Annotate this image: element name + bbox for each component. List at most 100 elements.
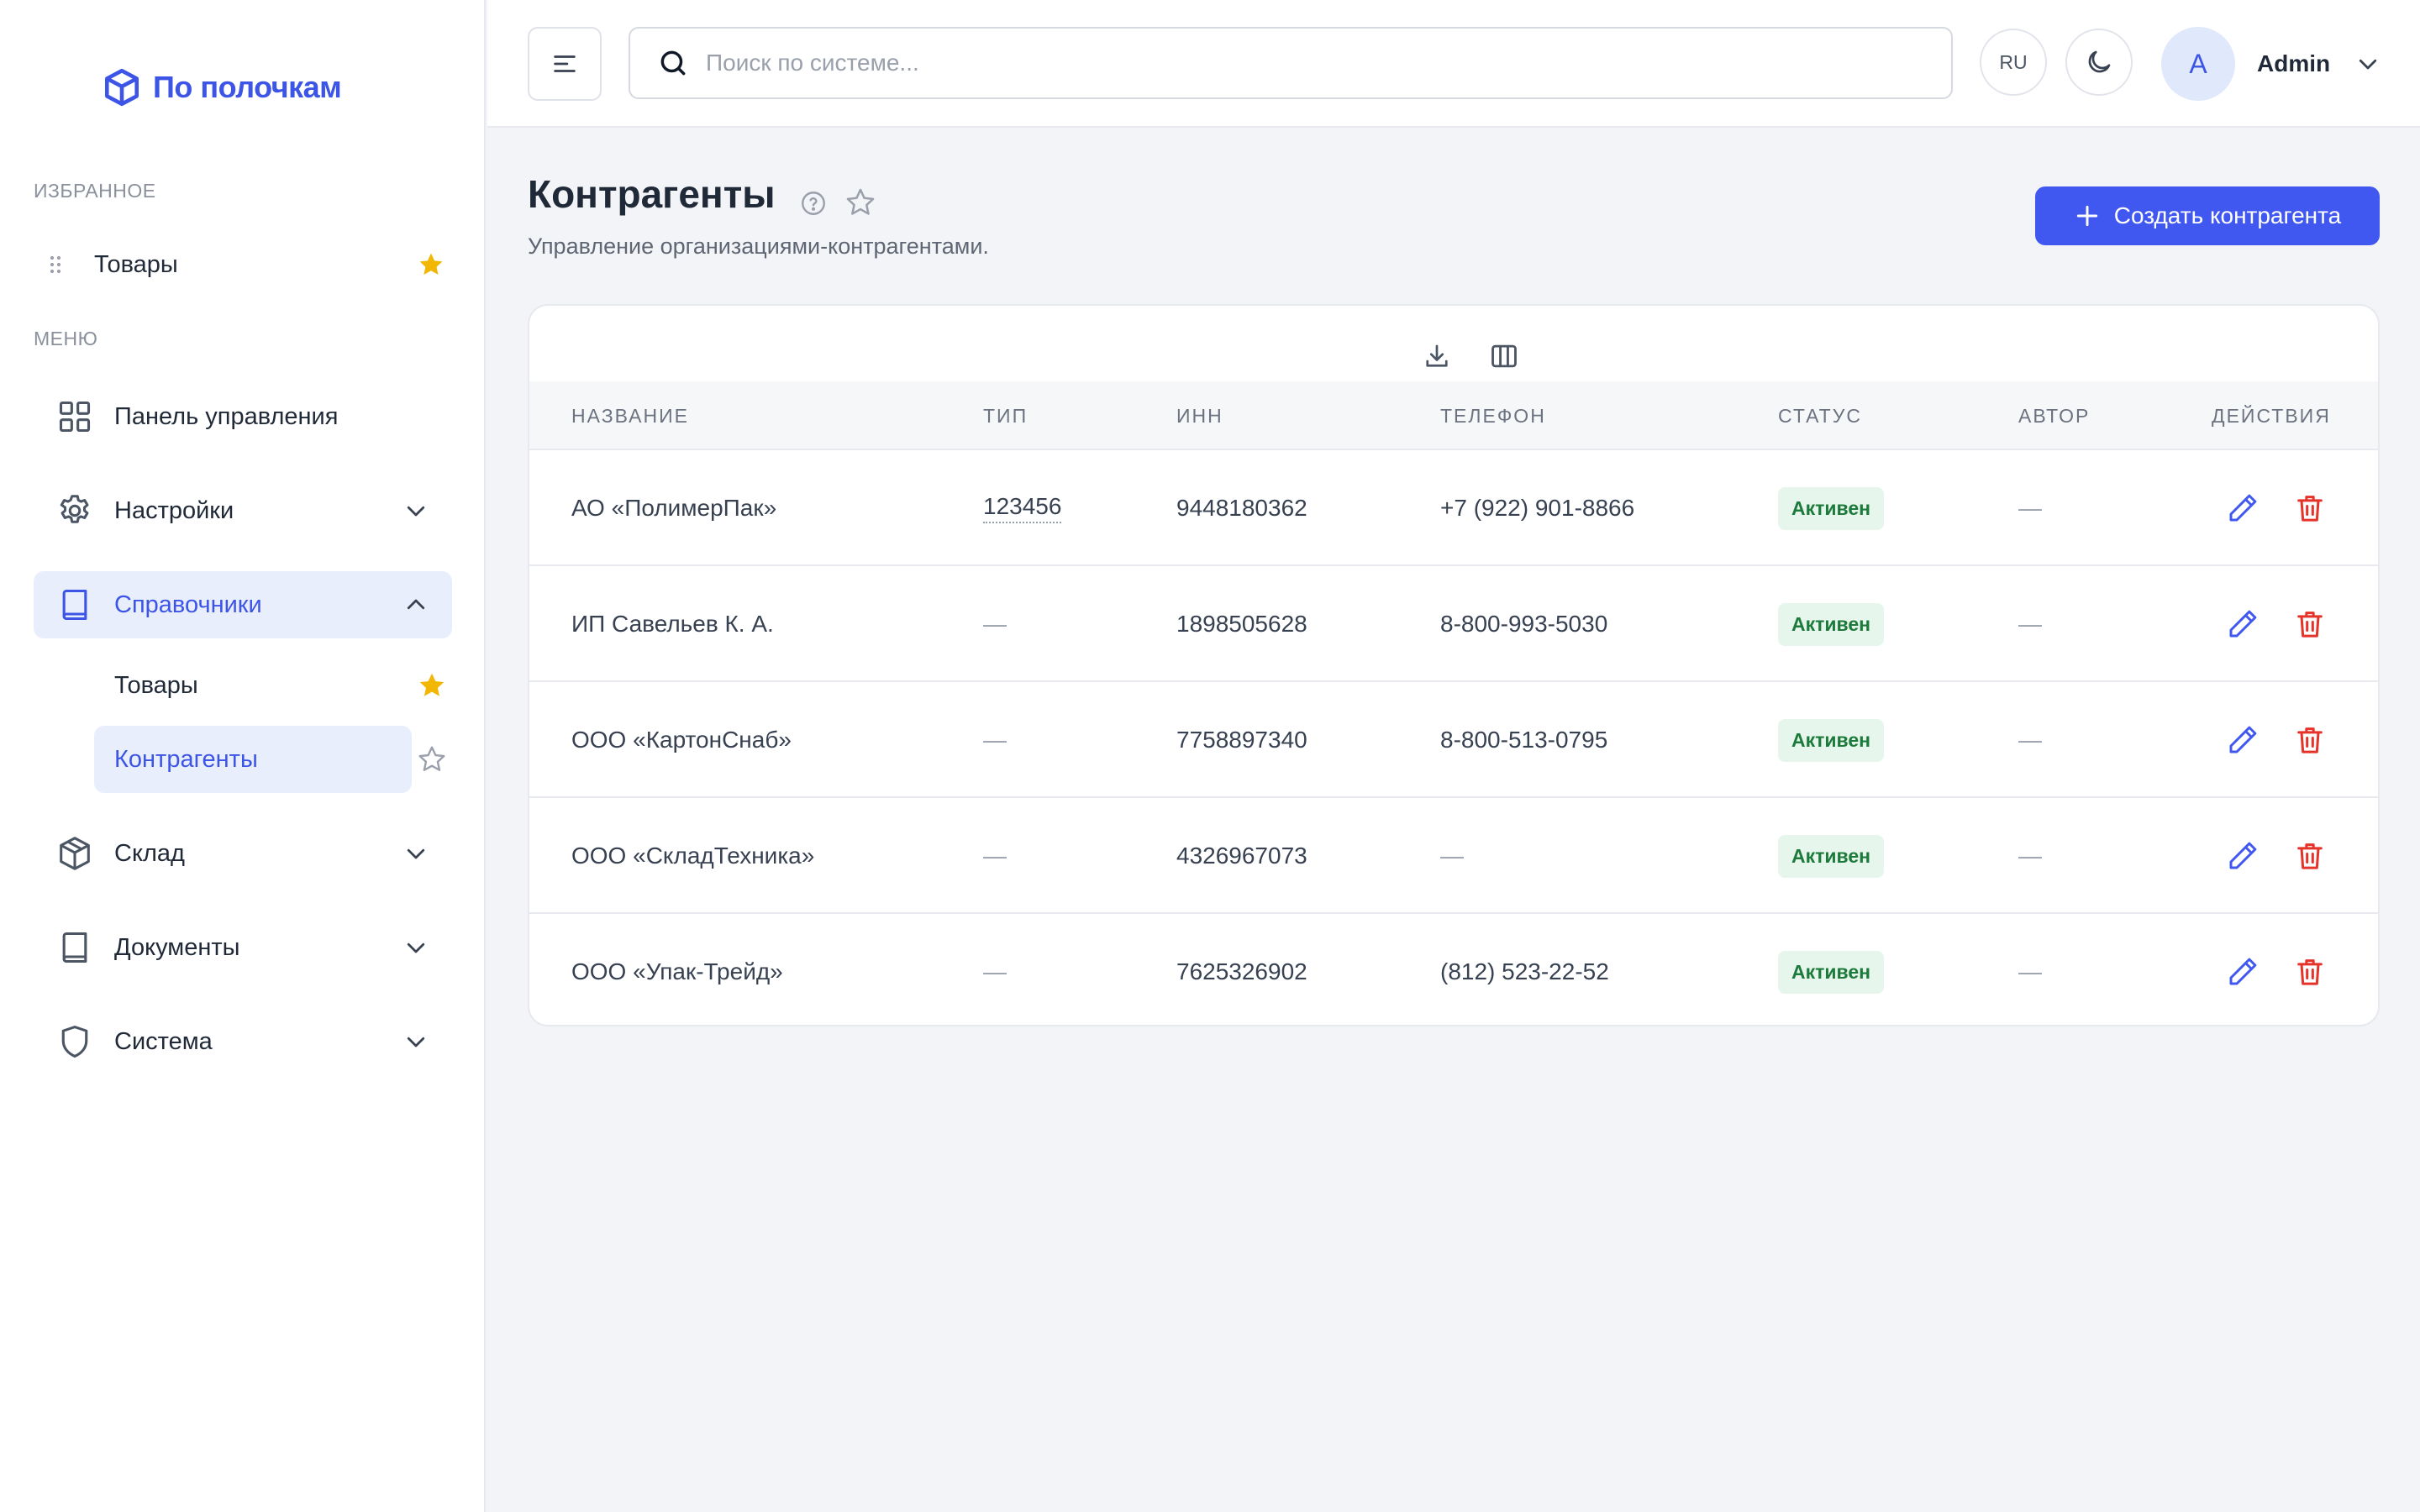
cell-type: 123456	[983, 450, 1062, 566]
favorite-item-products[interactable]: Товары	[34, 240, 452, 289]
cell-name: ООО «Упак-Трейд»	[571, 958, 783, 984]
status-badge: Активен	[1778, 486, 1885, 530]
column-header-type[interactable]: ТИП	[983, 381, 1028, 450]
sidebar-subitem-counterparties[interactable]: Контрагенты	[94, 726, 412, 793]
search-box[interactable]	[629, 27, 1953, 99]
sidebar-item-settings[interactable]: Настройки	[34, 477, 452, 544]
column-header-status[interactable]: СТАТУС	[1778, 381, 1862, 450]
sidebar-subitem-label: Товары	[114, 671, 198, 699]
user-menu[interactable]: A Admin	[2161, 27, 2381, 101]
delete-button[interactable]	[2291, 721, 2329, 759]
table-row[interactable]: ООО «СкладТехника» — 4326967073 — Активе…	[529, 798, 2378, 914]
cell-type: —	[983, 843, 1007, 869]
chevron-down-icon	[407, 942, 425, 953]
star-outline-icon[interactable]	[844, 186, 876, 218]
star-filled-icon[interactable]	[417, 670, 447, 701]
table-row[interactable]: ООО «КартонСнаб» — 7758897340 8-800-513-…	[529, 682, 2378, 798]
chevron-up-icon	[407, 599, 425, 610]
avatar-initial: A	[2189, 48, 2207, 79]
menu-toggle-button[interactable]	[528, 27, 602, 101]
cell-status: Активен	[1778, 566, 1885, 682]
column-header-author[interactable]: АВТОР	[2018, 381, 2090, 450]
edit-button[interactable]	[2223, 953, 2262, 991]
cell-phone: 8-800-993-5030	[1440, 611, 1608, 637]
favorite-item-label: Товары	[94, 250, 178, 278]
cell-name: ООО «КартонСнаб»	[571, 727, 792, 753]
columns-button[interactable]	[1482, 334, 1526, 378]
column-header-phone[interactable]: ТЕЛЕФОН	[1440, 381, 1546, 450]
grid-icon	[54, 396, 96, 438]
delete-button[interactable]	[2291, 489, 2329, 528]
chevron-down-icon	[2359, 59, 2377, 70]
help-icon[interactable]	[799, 189, 828, 218]
cell-status: Активен	[1778, 450, 1885, 566]
cell-phone: —	[1440, 843, 1464, 869]
create-button-label: Создать контрагента	[2113, 202, 2342, 228]
sidebar-item-label: Система	[114, 1027, 213, 1055]
plus-icon	[2076, 205, 2097, 227]
edit-button[interactable]	[2223, 605, 2262, 643]
cell-inn: 1898505628	[1176, 611, 1307, 637]
search-input[interactable]	[706, 50, 1882, 76]
cell-inn: 7758897340	[1176, 727, 1307, 753]
menu-section-title: МЕНЮ	[34, 328, 98, 349]
column-header-name[interactable]: НАЗВАНИЕ	[571, 381, 689, 450]
favorites-section-title: ИЗБРАННОЕ	[34, 180, 156, 202]
cell-type: —	[983, 611, 1007, 637]
app-logo[interactable]: По полочкам	[101, 66, 342, 109]
sidebar-item-warehouse[interactable]: Склад	[34, 820, 452, 887]
sidebar-item-label: Настройки	[114, 496, 234, 524]
menu-lines-icon	[554, 55, 576, 72]
edit-button[interactable]	[2223, 489, 2262, 528]
table-row[interactable]: АО «ПолимерПак» 123456 9448180362 +7 (92…	[529, 450, 2378, 566]
sidebar: По полочкам ИЗБРАННОЕ Товары МЕНЮ Панель…	[0, 0, 486, 1512]
cell-type: —	[983, 727, 1007, 753]
export-button[interactable]	[1415, 334, 1459, 378]
star-filled-icon[interactable]	[417, 250, 445, 279]
delete-button[interactable]	[2291, 837, 2329, 875]
avatar[interactable]: A	[2161, 27, 2235, 101]
page-title: Контрагенты	[528, 172, 776, 216]
sidebar-item-documents[interactable]: Документы	[34, 914, 452, 981]
cell-name: ООО «СкладТехника»	[571, 843, 815, 869]
table-row[interactable]: ООО «Упак-Трейд» — 7625326902 (812) 523-…	[529, 914, 2378, 1025]
cell-inn: 9448180362	[1176, 495, 1307, 521]
sidebar-item-directories[interactable]: Справочники	[34, 571, 452, 638]
column-header-inn[interactable]: ИНН	[1176, 381, 1223, 450]
moon-icon	[2088, 50, 2111, 73]
chevron-down-icon	[407, 1037, 425, 1047]
cell-status: Активен	[1778, 798, 1885, 914]
edit-button[interactable]	[2223, 721, 2262, 759]
book-icon	[54, 584, 96, 626]
sidebar-item-label: Склад	[114, 839, 185, 867]
theme-toggle-button[interactable]	[2065, 29, 2133, 96]
gear-icon	[54, 490, 96, 532]
sidebar-item-dashboard[interactable]: Панель управления	[34, 383, 452, 450]
language-button[interactable]: RU	[1980, 29, 2047, 96]
sidebar-item-system[interactable]: Система	[34, 1008, 452, 1075]
cell-phone: (812) 523-22-52	[1440, 958, 1609, 984]
status-badge: Активен	[1778, 834, 1885, 878]
cell-author: —	[2018, 958, 2042, 984]
status-badge: Активен	[1778, 718, 1885, 762]
delete-button[interactable]	[2291, 953, 2329, 991]
star-outline-icon[interactable]	[417, 744, 447, 774]
trash-icon	[2297, 959, 2323, 985]
delete-button[interactable]	[2291, 605, 2329, 643]
download-icon	[1426, 344, 1448, 367]
table-row[interactable]: ИП Савельев К. А. — 1898505628 8-800-993…	[529, 566, 2378, 682]
columns-icon	[1491, 344, 1517, 368]
cell-author: —	[2018, 495, 2042, 521]
drag-handle-icon[interactable]	[42, 251, 69, 278]
cell-author: —	[2018, 843, 2042, 869]
pencil-icon	[2229, 494, 2257, 522]
edit-button[interactable]	[2223, 837, 2262, 875]
cell-type: —	[983, 958, 1007, 984]
create-counterparty-button[interactable]: Создать контрагента	[2035, 186, 2380, 245]
cell-author: —	[2018, 727, 2042, 753]
trash-icon	[2297, 612, 2323, 638]
user-name: Admin	[2257, 50, 2331, 76]
type-value[interactable]: 123456	[983, 493, 1062, 523]
sidebar-subitem-products[interactable]: Товары	[94, 652, 412, 719]
pencil-icon	[2229, 842, 2257, 869]
